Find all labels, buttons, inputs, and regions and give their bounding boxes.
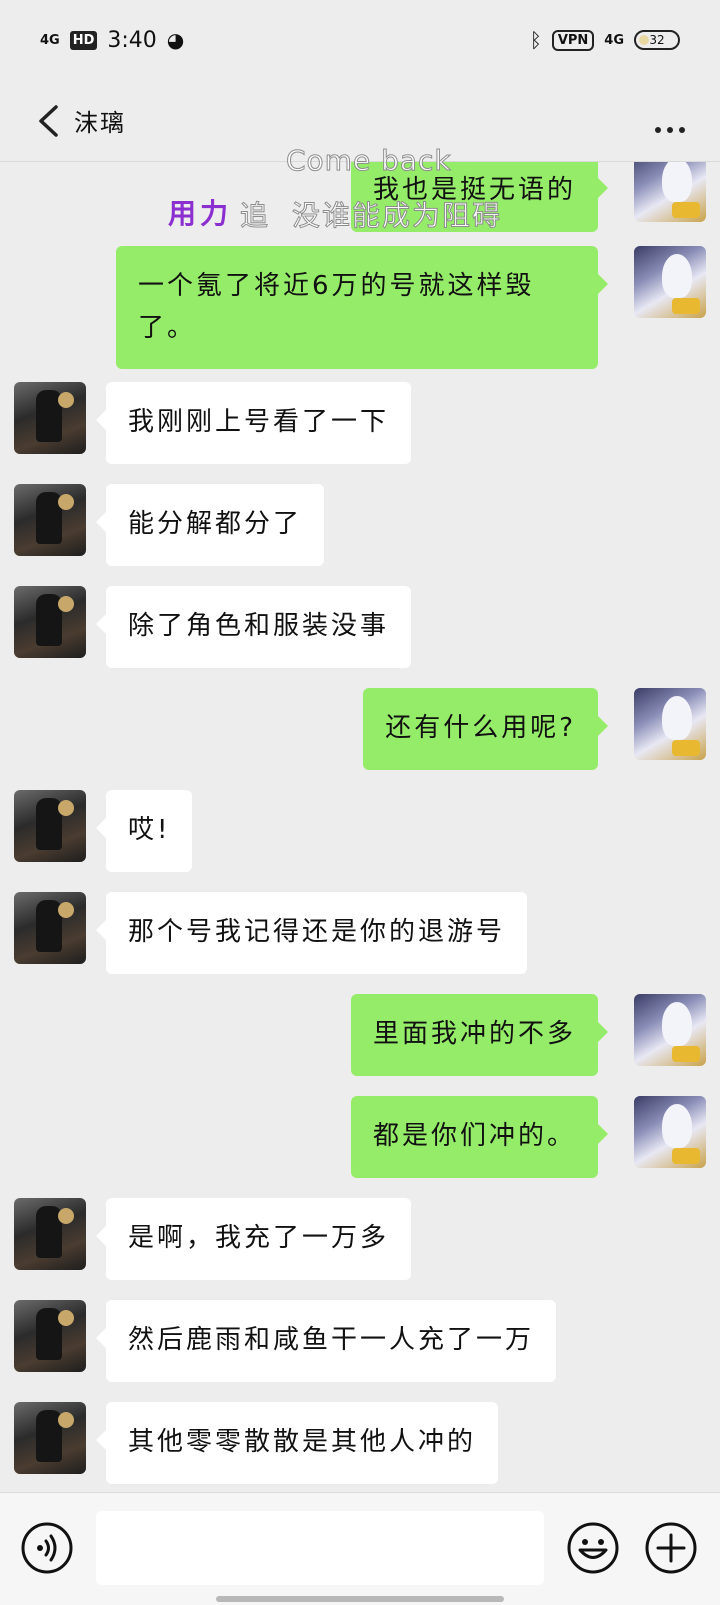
message-bubble-incoming[interactable]: 哎!	[95, 790, 193, 872]
own-avatar[interactable]	[634, 246, 706, 318]
message-row: 那个号我记得还是你的退游号	[0, 892, 720, 974]
message-input[interactable]	[96, 1511, 544, 1585]
message-bubble-incoming[interactable]: 其他零零散散是其他人冲的	[95, 1402, 499, 1484]
status-right: ᛒ VPN 4G 32	[530, 28, 680, 52]
contact-avatar[interactable]	[14, 382, 86, 454]
network-type-label: 4G	[604, 32, 624, 48]
back-arrow-icon[interactable]	[28, 101, 68, 141]
message-bubble-outgoing[interactable]: 还有什么用呢?	[363, 688, 608, 770]
bluetooth-icon: ᛒ	[529, 28, 542, 52]
own-avatar[interactable]	[634, 688, 706, 760]
hd-badge: HD	[69, 30, 98, 50]
home-indicator[interactable]	[216, 1596, 504, 1602]
message-row: 我也是挺无语的	[0, 162, 720, 234]
message-bubble-outgoing[interactable]: 里面我冲的不多	[350, 994, 609, 1076]
own-avatar[interactable]	[634, 994, 706, 1066]
input-bar	[0, 1492, 720, 1605]
contact-avatar[interactable]	[14, 586, 86, 658]
more-dots-icon[interactable]	[654, 108, 686, 141]
message-bubble-outgoing[interactable]: 都是你们冲的。	[350, 1096, 609, 1178]
message-bubble-incoming[interactable]: 是啊，我充了一万多	[95, 1198, 412, 1280]
own-avatar[interactable]	[634, 162, 706, 222]
message-row: 还有什么用呢?	[0, 688, 720, 770]
message-row: 其他零零散散是其他人冲的	[0, 1402, 720, 1492]
battery-level: 32	[649, 33, 665, 47]
message-bubble-incoming[interactable]: 我刚刚上号看了一下	[95, 382, 412, 464]
message-row: 一个氪了将近6万的号就这样毁了。	[0, 246, 720, 370]
signal-strength-label: 4G	[40, 32, 60, 48]
clock: 3:40	[107, 27, 157, 53]
status-left: 4G HD 3:40 ◕	[40, 28, 184, 53]
chat-header: 沫璃	[0, 80, 720, 162]
contact-avatar[interactable]	[14, 892, 86, 964]
own-avatar[interactable]	[634, 1096, 706, 1168]
message-row: 除了角色和服装没事	[0, 586, 720, 668]
voice-icon[interactable]	[20, 1521, 74, 1575]
globe-icon: ◕	[166, 28, 185, 52]
message-bubble-incoming[interactable]: 能分解都分了	[95, 484, 325, 566]
message-row: 我刚刚上号看了一下	[0, 382, 720, 464]
emoji-icon[interactable]	[566, 1521, 620, 1575]
status-bar: 4G HD 3:40 ◕ ᛒ VPN 4G 32	[0, 0, 720, 80]
message-bubble-incoming[interactable]: 除了角色和服装没事	[95, 586, 412, 668]
message-row: 哎!	[0, 790, 720, 872]
message-row: 都是你们冲的。	[0, 1096, 720, 1178]
contact-avatar[interactable]	[14, 1198, 86, 1270]
message-bubble-outgoing[interactable]: 我也是挺无语的	[350, 162, 609, 232]
message-row: 里面我冲的不多	[0, 994, 720, 1076]
contact-avatar[interactable]	[14, 484, 86, 556]
contact-avatar[interactable]	[14, 1300, 86, 1372]
message-bubble-incoming[interactable]: 那个号我记得还是你的退游号	[95, 892, 528, 974]
vpn-badge: VPN	[551, 29, 595, 51]
message-row: 能分解都分了	[0, 484, 720, 566]
contact-avatar[interactable]	[14, 1402, 86, 1474]
plus-icon[interactable]	[644, 1521, 698, 1575]
chat-message-list[interactable]: 我也是挺无语的 一个氪了将近6万的号就这样毁了。 我刚刚上号看了一下 能分解都分…	[0, 162, 720, 1492]
battery-icon: 32	[634, 30, 680, 50]
message-bubble-incoming[interactable]: 然后鹿雨和咸鱼干一人充了一万	[95, 1300, 557, 1382]
contact-avatar[interactable]	[14, 790, 86, 862]
message-row: 然后鹿雨和咸鱼干一人充了一万	[0, 1300, 720, 1382]
message-row: 是啊，我充了一万多	[0, 1198, 720, 1280]
chat-title: 沫璃	[74, 109, 126, 137]
message-bubble-outgoing[interactable]: 一个氪了将近6万的号就这样毁了。	[116, 246, 608, 370]
